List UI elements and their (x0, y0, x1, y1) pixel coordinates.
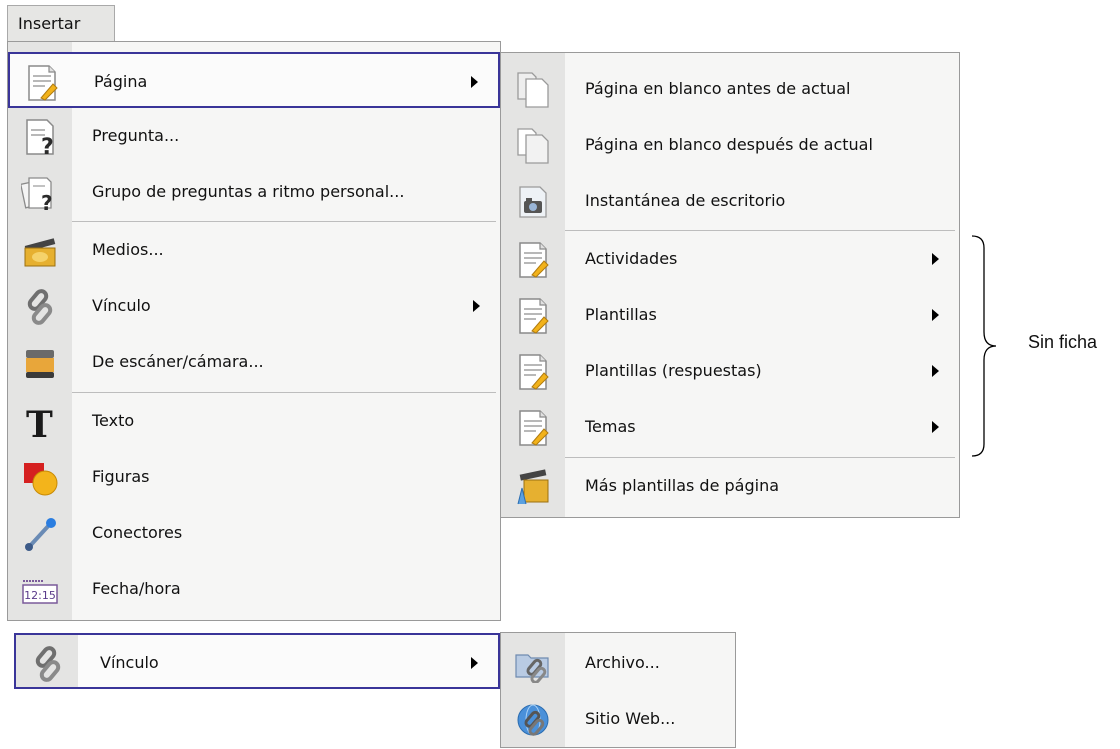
question-icon: ? (26, 119, 54, 156)
menu-item-label: Pregunta... (92, 126, 180, 145)
menu-item-label: Instantánea de escritorio (585, 191, 786, 210)
page-submenu: Página en blanco antes de actual Página … (500, 52, 960, 518)
menu-item-question[interactable]: ? Pregunta... (8, 108, 500, 164)
menu-item-label: Página (94, 72, 148, 91)
media-icon (24, 238, 56, 267)
connector-icon (25, 518, 56, 551)
menu-item-label: Página en blanco antes de actual (585, 79, 851, 98)
desktop-snapshot-icon (519, 186, 547, 218)
file-link-icon (515, 654, 549, 683)
submenu-item-blank-before[interactable]: Página en blanco antes de actual (501, 61, 959, 117)
blank-page-after-icon (517, 128, 549, 164)
submenu-item-blank-after[interactable]: Página en blanco después de actual (501, 117, 959, 173)
text-icon: T (26, 404, 53, 441)
submenu-arrow-icon (932, 253, 939, 265)
submenu-item-website[interactable]: Sitio Web... (501, 691, 735, 747)
submenu-item-activities[interactable]: Actividades (501, 231, 959, 287)
insert-menu: Página ? Pregunta... ? Grupo de pregunta… (7, 41, 501, 621)
menu-item-link[interactable]: Vínculo (8, 278, 500, 334)
link-menu-item-container: Vínculo (14, 633, 500, 689)
submenu-item-templates[interactable]: Plantillas (501, 287, 959, 343)
page-icon (519, 354, 549, 390)
svg-text:T: T (26, 404, 53, 441)
datetime-icon: 12:15 (22, 580, 58, 604)
menu-item-label: Vínculo (92, 296, 151, 315)
menu-item-label: Figuras (92, 467, 150, 486)
menu-item-shapes[interactable]: Figuras (8, 449, 500, 505)
shapes-icon (24, 463, 58, 496)
menu-item-text[interactable]: T Texto (8, 393, 500, 449)
insert-menu-tab[interactable]: Insertar (7, 5, 115, 41)
menu-item-link[interactable]: Vínculo (14, 633, 500, 689)
menu-item-label: De escáner/cámara... (92, 352, 264, 371)
page-icon (519, 242, 549, 278)
menu-item-media[interactable]: Medios... (8, 222, 500, 278)
menu-item-label: Grupo de preguntas a ritmo personal... (92, 182, 405, 201)
submenu-arrow-icon (473, 300, 480, 312)
menu-item-connectors[interactable]: Conectores (8, 505, 500, 561)
datetime-icon-text: 12:15 (24, 589, 56, 602)
submenu-item-templates-answers[interactable]: Plantillas (respuestas) (501, 343, 959, 399)
menu-item-label: Conectores (92, 523, 183, 542)
menu-item-label: Más plantillas de página (585, 476, 780, 495)
menu-item-label: Texto (92, 411, 135, 430)
menu-item-label: Plantillas (585, 305, 657, 324)
submenu-item-themes[interactable]: Temas (501, 399, 959, 455)
more-templates-icon (517, 469, 549, 505)
menu-item-label: Actividades (585, 249, 678, 268)
web-link-icon (517, 704, 549, 736)
question-group-icon: ? (21, 177, 53, 212)
menu-item-page[interactable]: Página (8, 52, 500, 108)
menu-item-scanner[interactable]: De escáner/cámara... (8, 334, 500, 390)
annotation-label: Sin ficha (1028, 332, 1098, 352)
submenu-arrow-icon (932, 309, 939, 321)
submenu-item-desktop-snapshot[interactable]: Instantánea de escritorio (501, 173, 959, 229)
menu-item-label: Fecha/hora (92, 579, 181, 598)
annotation-brace (971, 235, 997, 457)
menu-item-label: Archivo... (585, 653, 660, 672)
page-icon (519, 298, 549, 334)
submenu-arrow-icon (932, 365, 939, 377)
submenu-arrow-icon (471, 657, 478, 669)
menu-item-question-group[interactable]: ? Grupo de preguntas a ritmo personal... (8, 164, 500, 220)
menu-item-label: Temas (585, 417, 636, 436)
link-submenu: Archivo... Sitio Web... (500, 632, 736, 748)
link-icon (25, 288, 55, 326)
page-icon (519, 410, 549, 446)
submenu-arrow-icon (932, 421, 939, 433)
submenu-item-more-templates[interactable]: Más plantillas de página (501, 458, 959, 514)
svg-text:?: ? (41, 191, 53, 212)
menu-item-label: Vínculo (100, 653, 159, 672)
menu-item-label: Sitio Web... (585, 709, 676, 728)
link-icon (33, 645, 63, 683)
page-icon (28, 65, 58, 101)
scanner-icon (26, 350, 54, 378)
menu-item-label: Medios... (92, 240, 164, 259)
submenu-arrow-icon (471, 76, 478, 88)
menu-item-datetime[interactable]: 12:15 Fecha/hora (8, 561, 500, 617)
menu-item-label: Página en blanco después de actual (585, 135, 873, 154)
submenu-item-file[interactable]: Archivo... (501, 635, 735, 691)
blank-page-before-icon (517, 72, 549, 108)
menu-item-label: Plantillas (respuestas) (585, 361, 762, 380)
svg-text:?: ? (41, 135, 54, 156)
